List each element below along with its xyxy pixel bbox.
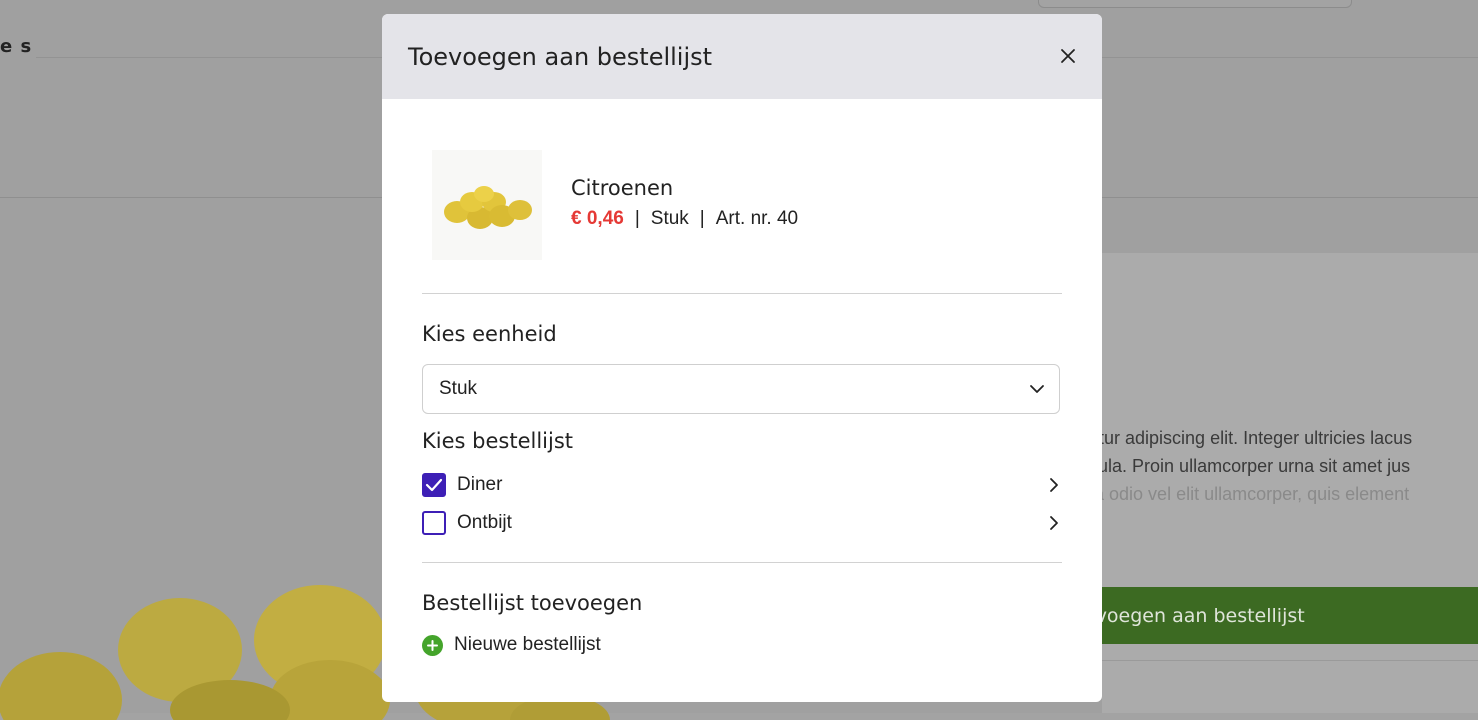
background-divider: [1102, 660, 1478, 661]
orderlist-item-label: Diner: [457, 474, 503, 495]
checkmark-icon: [425, 478, 443, 492]
new-orderlist-button[interactable]: Nieuwe bestellijst: [422, 634, 601, 656]
plus-icon: [427, 639, 438, 651]
background-add-button: evoegen aan bestellijst: [1080, 587, 1478, 644]
orderlist-item-label: Ontbijt: [457, 512, 512, 533]
background-text-line: da odio vel elit ullamcorper, quis eleme…: [1084, 484, 1410, 504]
new-orderlist-label: Nieuwe bestellijst: [454, 634, 601, 655]
background-search-field: [1038, 0, 1352, 8]
background-add-button-label: evoegen aan bestellijst: [1084, 604, 1305, 627]
chevron-right-icon[interactable]: [1048, 515, 1060, 531]
meta-separator: |: [699, 208, 705, 229]
orderlist-checkbox[interactable]: [422, 511, 446, 535]
unit-section-label: Kies eenheid: [422, 322, 557, 346]
product-unit: Stuk: [650, 208, 689, 229]
product-name: Citroenen: [571, 176, 674, 200]
modal-title: Toevoegen aan bestellijst: [408, 42, 713, 71]
orderlist-item-ontbijt[interactable]: Ontbijt: [422, 509, 1062, 537]
unit-select[interactable]: Stuk: [422, 364, 1060, 414]
orderlist-checkbox[interactable]: [422, 473, 446, 497]
meta-separator: |: [634, 208, 640, 229]
chevron-right-icon[interactable]: [1048, 477, 1060, 493]
section-divider: [422, 293, 1062, 294]
add-to-orderlist-modal: Toevoegen aan bestellijst Citroenen € 0,…: [382, 14, 1102, 702]
background-heading: e s: [0, 36, 33, 57]
close-button[interactable]: [1056, 44, 1080, 68]
product-meta: € 0,46 | Stuk | Art. nr. 40: [571, 208, 798, 230]
orderlist-item-diner[interactable]: Diner: [422, 471, 1062, 499]
modal-header: Toevoegen aan bestellijst: [382, 14, 1102, 99]
close-icon: [1061, 49, 1075, 63]
unit-select-value: Stuk: [439, 378, 478, 399]
section-divider: [422, 562, 1062, 563]
background-text-line: igula. Proin ullamcorper urna sit amet j…: [1084, 456, 1411, 476]
background-text-line: tetur adipiscing elit. Integer ultricies…: [1084, 428, 1413, 448]
chevron-down-icon: [1030, 385, 1044, 393]
product-summary: Citroenen € 0,46 | Stuk | Art. nr. 40: [422, 136, 1062, 282]
add-orderlist-section-label: Bestellijst toevoegen: [422, 591, 643, 615]
background-description: tetur adipiscing elit. Integer ultricies…: [1084, 424, 1412, 508]
orderlist-section-label: Kies bestellijst: [422, 429, 573, 453]
product-article-number: Art. nr. 40: [715, 208, 799, 229]
product-image: [432, 150, 542, 260]
product-price: € 0,46: [571, 208, 624, 229]
plus-circle-icon: [422, 634, 443, 656]
